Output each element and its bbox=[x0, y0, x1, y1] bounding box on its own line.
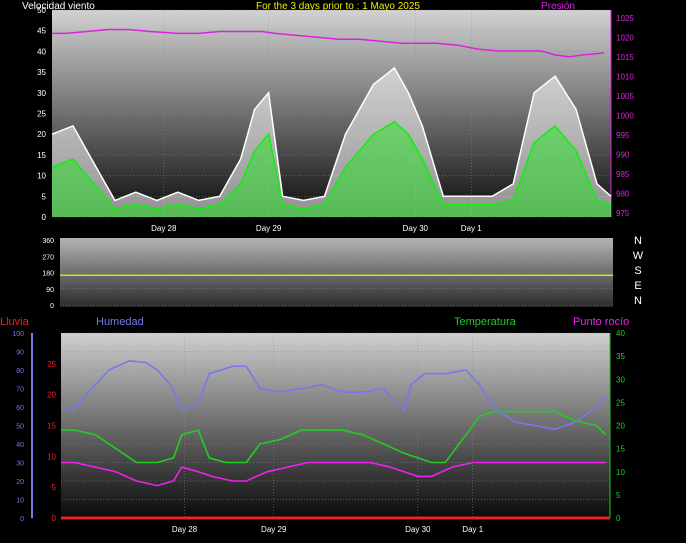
compass-label: S bbox=[634, 265, 641, 277]
y-tick-temperature: 30 bbox=[616, 375, 625, 384]
y-tick-humidity: 10 bbox=[16, 498, 24, 505]
x-tick-label: Day 29 bbox=[261, 525, 287, 534]
x-tick-label: Day 1 bbox=[461, 224, 482, 233]
y-tick-humidity: 50 bbox=[16, 424, 24, 431]
y-tick-humidity: 80 bbox=[16, 368, 24, 375]
y-tick-temperature: 35 bbox=[616, 352, 625, 361]
dew-point-axis-title: Punto rocío bbox=[573, 316, 629, 328]
y-tick-left: 45 bbox=[37, 27, 46, 36]
y-tick-temperature: 20 bbox=[616, 422, 625, 431]
y-tick-label: 180 bbox=[42, 271, 54, 278]
y-tick-left: 35 bbox=[37, 68, 46, 77]
y-tick-rain: 5 bbox=[52, 483, 57, 492]
y-tick-rain: 20 bbox=[47, 391, 56, 400]
compass-label: N bbox=[634, 295, 642, 307]
y-tick-left: 40 bbox=[37, 47, 46, 56]
y-tick-humidity: 100 bbox=[12, 331, 24, 338]
y-tick-right: 1010 bbox=[616, 72, 634, 81]
y-tick-right: 975 bbox=[616, 209, 630, 218]
x-tick-label: Day 30 bbox=[405, 525, 431, 534]
y-tick-humidity: 40 bbox=[16, 442, 24, 449]
y-tick-humidity: 20 bbox=[16, 479, 24, 486]
y-tick-left: 20 bbox=[37, 130, 46, 139]
rain-axis-title: Lluvia bbox=[0, 316, 30, 328]
y-tick-temperature: 40 bbox=[616, 329, 625, 338]
y-tick-temperature: 0 bbox=[616, 514, 621, 523]
y-tick-label: 360 bbox=[42, 238, 54, 245]
y-tick-temperature: 5 bbox=[616, 491, 621, 500]
compass-label: N bbox=[634, 235, 642, 247]
humidity-axis-title: Humedad bbox=[96, 316, 144, 328]
y-tick-right: 985 bbox=[616, 170, 630, 179]
y-tick-rain: 10 bbox=[47, 452, 56, 461]
x-tick-label: Day 28 bbox=[172, 525, 198, 534]
y-tick-left: 30 bbox=[37, 89, 46, 98]
x-tick-label: Day 28 bbox=[151, 224, 177, 233]
y-tick-left: 50 bbox=[37, 6, 46, 15]
temperature-axis-title: Temperatura bbox=[454, 316, 517, 328]
y-tick-label: 90 bbox=[46, 287, 54, 294]
y-tick-temperature: 25 bbox=[616, 398, 625, 407]
y-tick-right: 1005 bbox=[616, 92, 634, 101]
compass-label: E bbox=[634, 280, 641, 292]
y-tick-right: 980 bbox=[616, 190, 630, 199]
y-tick-humidity: 30 bbox=[16, 461, 24, 468]
y-tick-left: 15 bbox=[37, 151, 46, 160]
pressure-axis-title: Presión bbox=[541, 1, 575, 12]
y-tick-left: 0 bbox=[42, 213, 47, 222]
y-tick-right: 1020 bbox=[616, 33, 634, 42]
y-tick-temperature: 15 bbox=[616, 445, 625, 454]
y-tick-label: 270 bbox=[42, 254, 54, 261]
y-tick-right: 1015 bbox=[616, 53, 634, 62]
chart-title: For the 3 days prior to : 1 Mayo 2025 bbox=[256, 1, 420, 12]
y-tick-rain: 25 bbox=[47, 360, 56, 369]
weather-chart: Velocidad viento For the 3 days prior to… bbox=[0, 1, 644, 534]
y-tick-right: 1000 bbox=[616, 111, 634, 120]
y-tick-right: 1025 bbox=[616, 14, 634, 23]
y-tick-right: 990 bbox=[616, 151, 630, 160]
compass-label: W bbox=[633, 250, 644, 262]
y-tick-right: 995 bbox=[616, 131, 630, 140]
wind-speed-axis-title: Velocidad viento bbox=[22, 1, 95, 12]
y-tick-humidity: 0 bbox=[20, 516, 24, 523]
y-tick-rain: 15 bbox=[47, 422, 56, 431]
y-tick-temperature: 10 bbox=[616, 468, 625, 477]
y-tick-humidity: 70 bbox=[16, 387, 24, 394]
y-tick-rain: 0 bbox=[52, 514, 57, 523]
y-tick-label: 0 bbox=[50, 303, 54, 310]
y-tick-humidity: 60 bbox=[16, 405, 24, 412]
y-tick-left: 25 bbox=[37, 110, 46, 119]
x-tick-label: Day 29 bbox=[256, 224, 282, 233]
y-tick-humidity: 90 bbox=[16, 350, 24, 357]
x-tick-label: Day 1 bbox=[462, 525, 483, 534]
y-tick-left: 10 bbox=[37, 172, 46, 181]
temp-humidity-panel bbox=[61, 333, 610, 518]
y-tick-left: 5 bbox=[42, 192, 47, 201]
x-tick-label: Day 30 bbox=[403, 224, 429, 233]
